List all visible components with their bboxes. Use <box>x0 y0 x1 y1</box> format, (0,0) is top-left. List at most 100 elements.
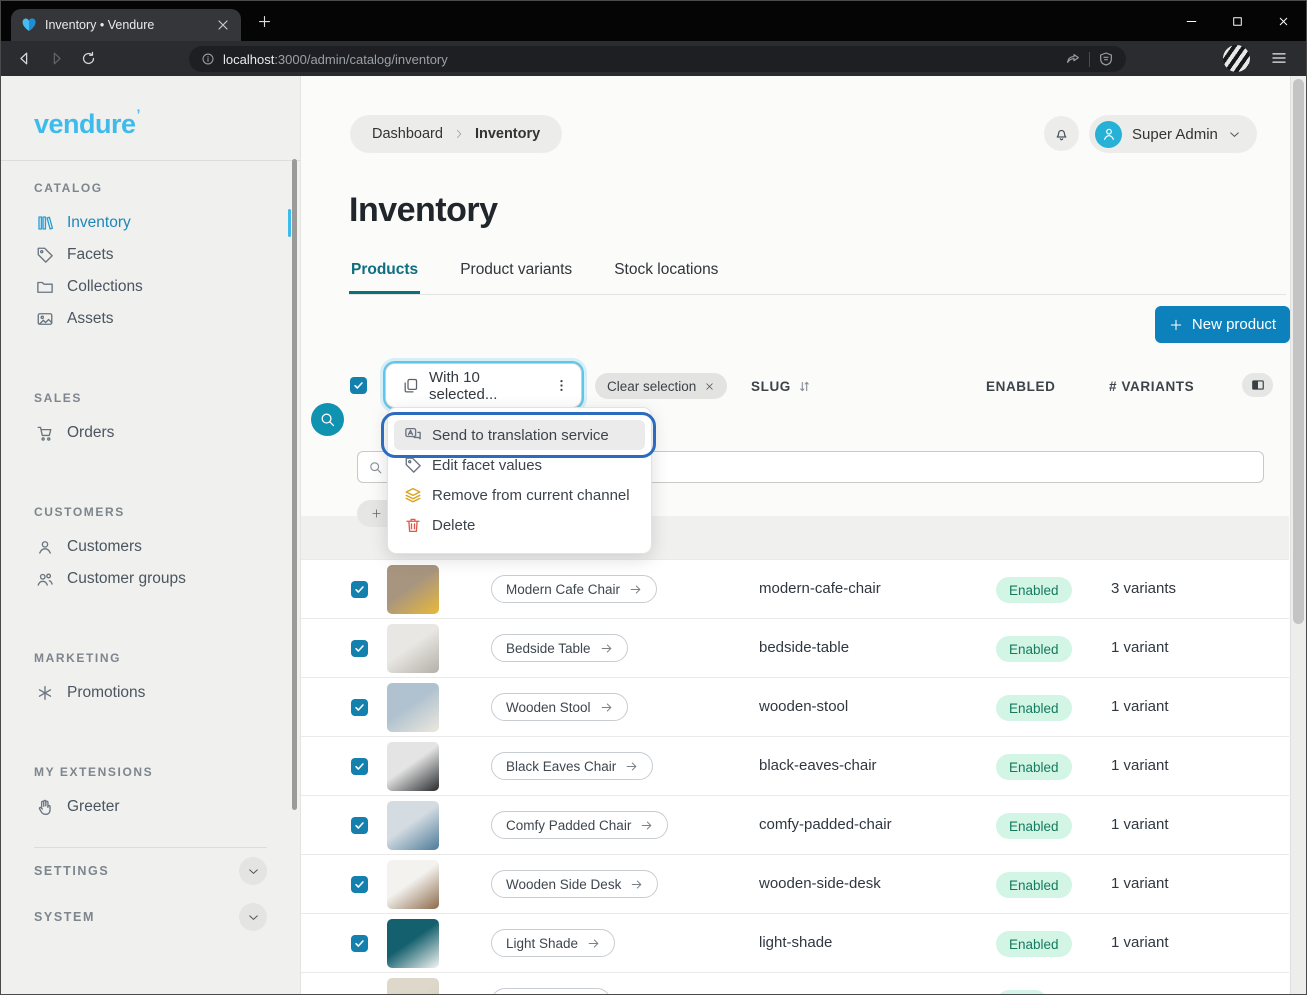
search-toggle-button[interactable] <box>311 403 344 436</box>
check-icon <box>354 938 365 949</box>
product-name-link[interactable]: Wooden Stool <box>491 693 628 721</box>
column-header-slug[interactable]: SLUG <box>751 379 812 394</box>
product-slug: wooden-side-desk <box>759 875 881 892</box>
page-scrollbar[interactable] <box>1290 76 1306 994</box>
window-minimize-button[interactable] <box>1168 1 1214 41</box>
menu-item-send-to-translation-service[interactable]: Send to translation service <box>394 420 645 450</box>
variant-count: 1 variant <box>1111 816 1169 833</box>
sidebar-item-facets[interactable]: Facets <box>1 239 300 271</box>
product-name-link[interactable] <box>491 988 611 995</box>
url-text: localhost:3000/admin/catalog/inventory <box>223 52 1057 67</box>
tag-icon <box>36 246 54 264</box>
chevron-down-icon <box>1228 128 1241 141</box>
product-thumbnail[interactable] <box>387 801 439 850</box>
tab-stock-locations[interactable]: Stock locations <box>612 259 720 294</box>
sidebar-item-orders[interactable]: Orders <box>1 417 300 449</box>
sidebar-item-promotions[interactable]: Promotions <box>1 677 300 709</box>
sidebar-section-settings[interactable]: SETTINGS <box>34 848 267 894</box>
arrow-right-icon <box>630 878 643 891</box>
clear-selection-button[interactable]: Clear selection <box>595 373 727 399</box>
user-menu[interactable]: Super Admin <box>1089 115 1257 153</box>
row-checkbox[interactable] <box>351 876 368 893</box>
row-checkbox[interactable] <box>351 640 368 657</box>
menu-item-label: Remove from current channel <box>432 487 630 504</box>
browser-tab[interactable]: Inventory • Vendure <box>11 9 241 41</box>
sidebar-item-inventory[interactable]: Inventory <box>1 207 300 239</box>
breadcrumb-dashboard[interactable]: Dashboard <box>372 126 443 142</box>
sidebar-item-assets[interactable]: Assets <box>1 303 300 335</box>
tab-product-variants[interactable]: Product variants <box>458 259 574 294</box>
sidebar-scrollbar[interactable] <box>292 159 297 810</box>
menu-item-remove-from-current-channel[interactable]: Remove from current channel <box>394 480 645 510</box>
arrow-right-icon <box>600 701 613 714</box>
site-info-icon[interactable] <box>201 52 215 66</box>
browser-profile-avatar[interactable] <box>1223 45 1250 72</box>
product-thumbnail[interactable] <box>387 978 439 995</box>
product-slug: wooden-stool <box>759 698 848 715</box>
menu-item-delete[interactable]: Delete <box>394 510 645 540</box>
section-label: SETTINGS <box>34 864 109 878</box>
sidebar-item-customer-groups[interactable]: Customer groups <box>1 563 300 595</box>
page-title: Inventory <box>349 191 498 230</box>
sidebar-item-greeter[interactable]: Greeter <box>1 791 300 823</box>
window-maximize-button[interactable] <box>1214 1 1260 41</box>
back-icon[interactable] <box>16 50 33 67</box>
tab-products[interactable]: Products <box>349 259 420 294</box>
product-name-link[interactable]: Bedside Table <box>491 634 628 662</box>
product-thumbnail[interactable] <box>387 860 439 909</box>
row-checkbox[interactable] <box>351 581 368 598</box>
product-name-link[interactable]: Modern Cafe Chair <box>491 575 657 603</box>
new-tab-button[interactable] <box>257 14 272 29</box>
product-thumbnail[interactable] <box>387 683 439 732</box>
select-all-checkbox[interactable] <box>350 377 367 394</box>
product-thumbnail[interactable] <box>387 565 439 614</box>
variant-count: 3 variants <box>1111 580 1176 597</box>
sidebar-section-system[interactable]: SYSTEM <box>34 894 267 940</box>
product-thumbnail[interactable] <box>387 919 439 968</box>
table-row: Comfy Padded Chair comfy-padded-chair En… <box>301 795 1289 854</box>
user-name: Super Admin <box>1132 126 1218 143</box>
row-checkbox[interactable] <box>351 817 368 834</box>
reload-icon[interactable] <box>80 50 97 67</box>
chevron-down-icon <box>247 911 260 924</box>
sidebar-item-collections[interactable]: Collections <box>1 271 300 303</box>
product-name-link[interactable]: Comfy Padded Chair <box>491 811 668 839</box>
status-badge: Enabled <box>996 695 1072 721</box>
sidebar-item-customers[interactable]: Customers <box>1 531 300 563</box>
kebab-menu-icon <box>554 378 569 393</box>
row-checkbox[interactable] <box>351 758 368 775</box>
expand-settings-button[interactable] <box>239 857 267 885</box>
tab-close-icon[interactable] <box>215 17 231 33</box>
window-close-button[interactable] <box>1260 1 1306 41</box>
product-slug: modern-cafe-chair <box>759 580 881 597</box>
product-slug: black-eaves-chair <box>759 757 877 774</box>
notifications-button[interactable] <box>1044 116 1079 151</box>
product-thumbnail[interactable] <box>387 624 439 673</box>
sort-icon[interactable] <box>797 379 812 394</box>
scrollbar-thumb[interactable] <box>1293 79 1304 624</box>
sidebar-item-label: Customers <box>67 538 142 556</box>
product-name-link[interactable]: Black Eaves Chair <box>491 752 653 780</box>
share-icon[interactable] <box>1065 51 1081 67</box>
close-icon <box>1277 15 1290 28</box>
product-name-link[interactable]: Wooden Side Desk <box>491 870 658 898</box>
brave-shield-icon[interactable] <box>1098 51 1114 67</box>
breadcrumb[interactable]: Dashboard Inventory <box>350 115 562 153</box>
product-name-link[interactable]: Light Shade <box>491 929 615 957</box>
new-product-button[interactable]: New product <box>1155 306 1290 343</box>
expand-system-button[interactable] <box>239 903 267 931</box>
menu-item-edit-facet-values[interactable]: Edit facet values <box>394 450 645 480</box>
url-bar[interactable]: localhost:3000/admin/catalog/inventory <box>189 46 1126 72</box>
bulk-actions-button[interactable]: With 10 selected... <box>385 363 582 408</box>
product-thumbnail[interactable] <box>387 742 439 791</box>
browser-menu-icon[interactable] <box>1270 48 1288 68</box>
breadcrumb-inventory[interactable]: Inventory <box>475 126 540 142</box>
forward-icon[interactable] <box>48 50 65 67</box>
status-badge <box>996 990 1048 995</box>
check-icon <box>354 643 365 654</box>
row-checkbox[interactable] <box>351 935 368 952</box>
sidebar-section: CUSTOMERS Customers Customer groups <box>1 505 300 595</box>
check-icon <box>353 380 364 391</box>
column-settings-button[interactable] <box>1242 373 1273 397</box>
row-checkbox[interactable] <box>351 699 368 716</box>
